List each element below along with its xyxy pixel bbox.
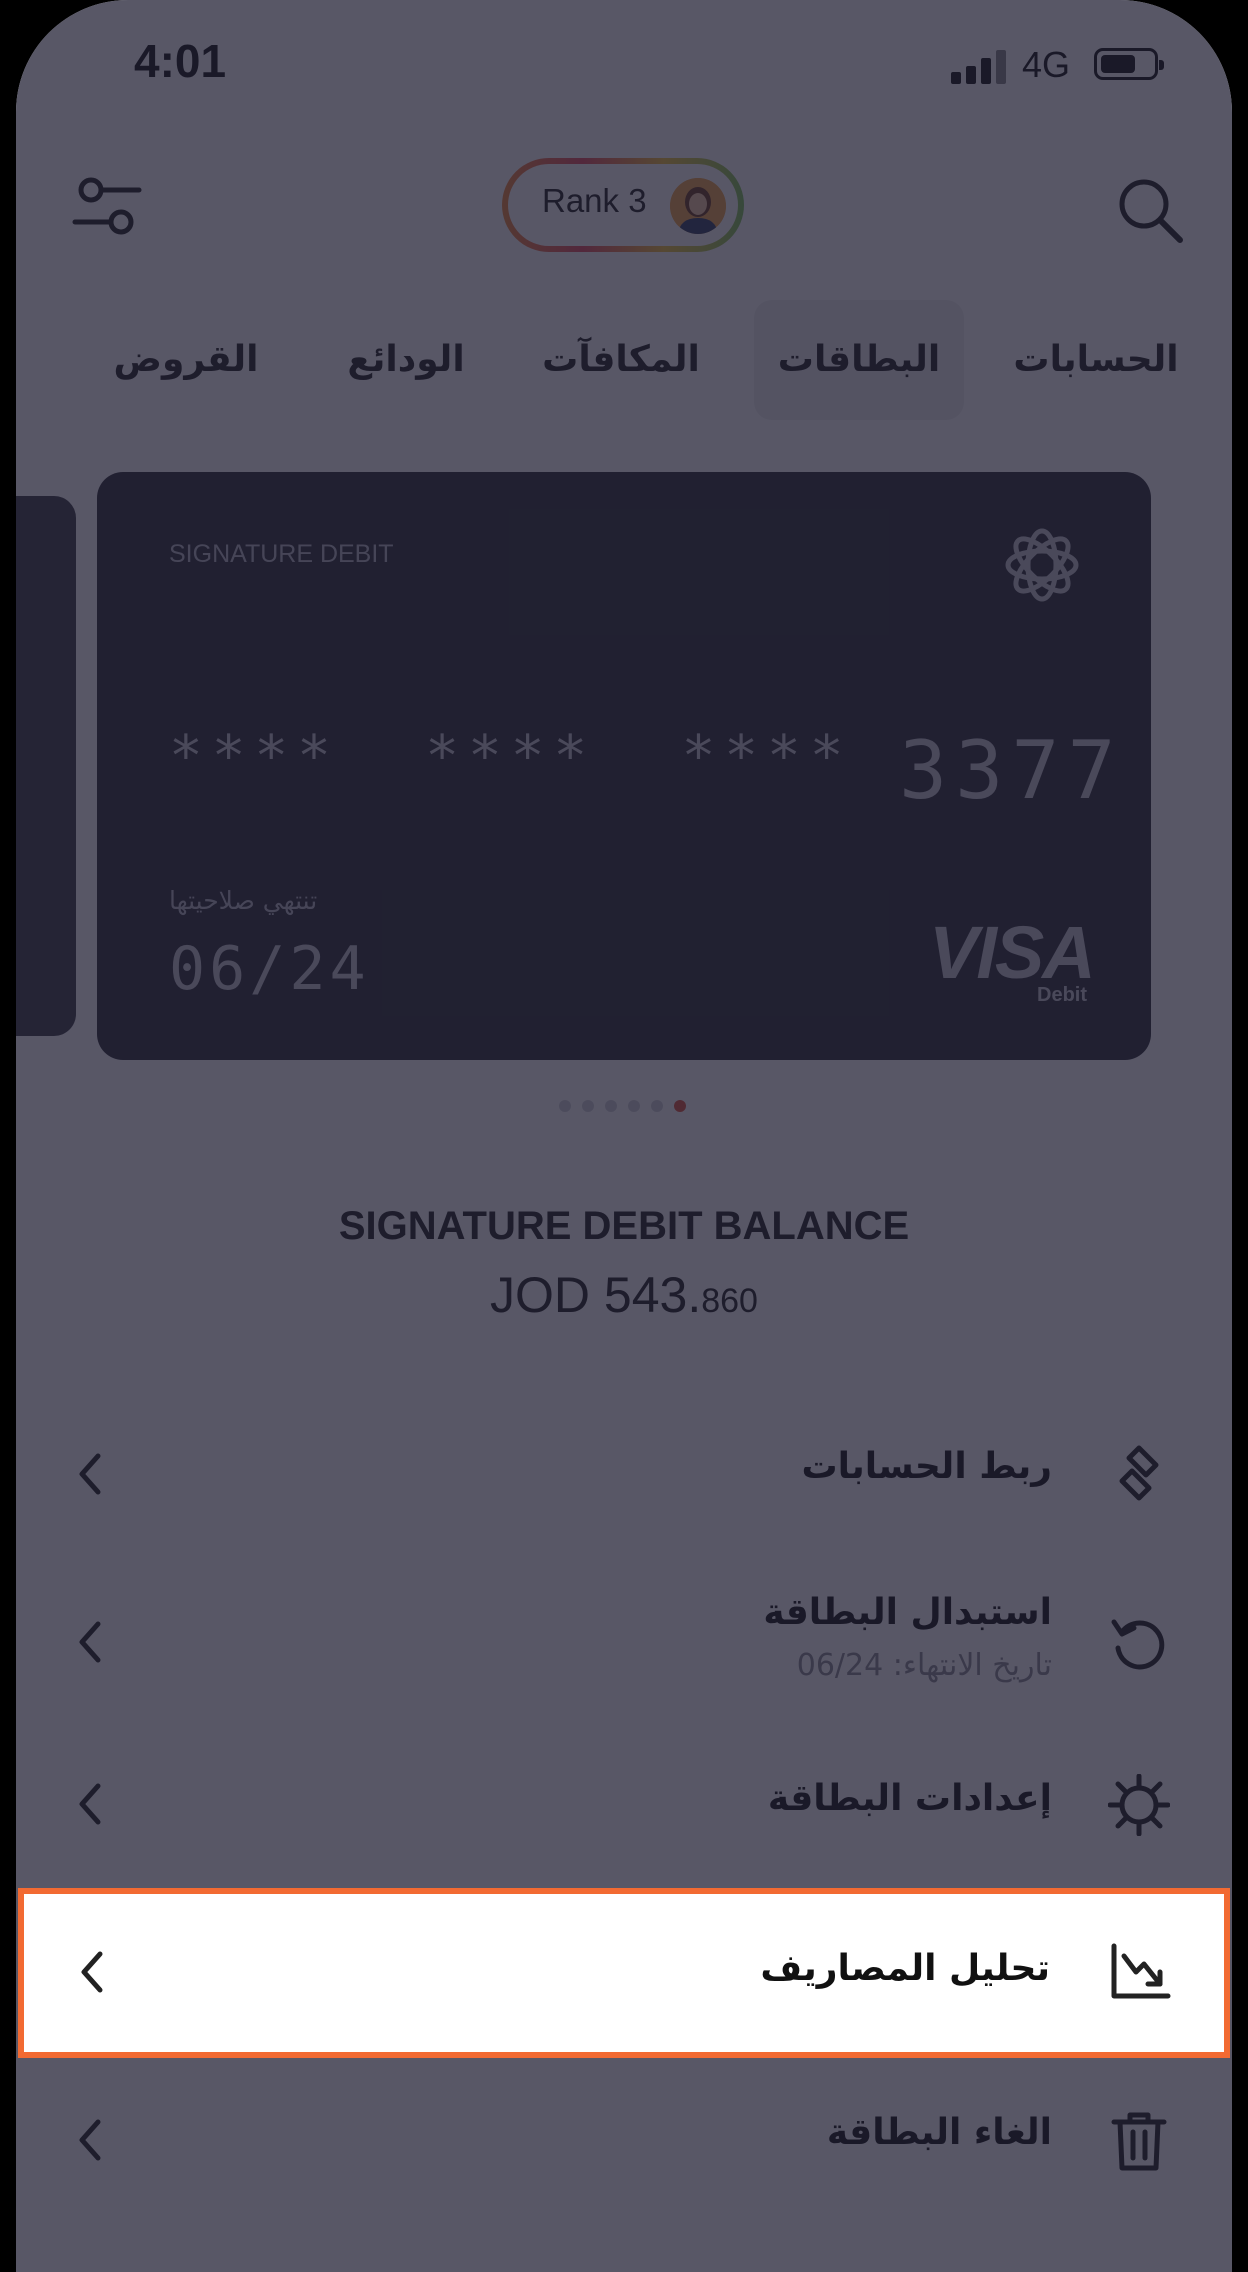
tab-accounts[interactable]: الحسابات	[996, 300, 1196, 420]
balance-title: SIGNATURE DEBIT BALANCE	[338, 1204, 910, 1248]
search-icon[interactable]	[1114, 174, 1186, 246]
chevron-left-icon	[74, 1780, 104, 1828]
battery-icon	[1094, 48, 1164, 80]
avatar	[670, 178, 726, 234]
pagination-dot[interactable]	[651, 1100, 663, 1112]
action-title: إعدادات البطاقة	[767, 1778, 1052, 1819]
card-expiry-date: 06/24	[169, 934, 370, 1004]
debit-card[interactable]: SIGNATURE DEBIT **** **** **** 3377 تنته…	[97, 472, 1151, 1060]
action-card-settings[interactable]: إعدادات البطاقة	[16, 1722, 1232, 1888]
chevron-left-icon	[76, 1948, 106, 1996]
pagination-dot[interactable]	[582, 1100, 594, 1112]
chevron-left-icon	[74, 2116, 104, 2164]
pagination-dot[interactable]	[628, 1100, 640, 1112]
card-last-four: 3377	[899, 724, 1124, 817]
action-title: الغاء البطاقة	[826, 2112, 1052, 2153]
cellular-signal-icon	[951, 50, 1007, 84]
section-tabs: الحسابات البطاقات المكافآت الودائع القرو…	[96, 300, 1206, 420]
action-title: تحليل المصاريف	[760, 1948, 1050, 1989]
gear-icon	[1107, 1773, 1171, 1837]
action-spending-analysis[interactable]: تحليل المصاريف	[18, 1888, 1230, 2058]
action-subtitle: تاريخ الانتهاء: 06/24	[796, 1648, 1052, 1683]
bank-logo-icon	[1001, 524, 1083, 606]
action-replace-card[interactable]: استبدال البطاقة تاريخ الانتهاء: 06/24	[16, 1556, 1232, 1722]
card-brand-subtype: Debit	[1037, 984, 1087, 1006]
pagination-dot[interactable]	[605, 1100, 617, 1112]
tab-cards[interactable]: البطاقات	[754, 300, 964, 420]
phone-frame: 4:01 4G Rank 3 الحسابات البطاقات المكافآ…	[16, 0, 1232, 2272]
refresh-icon	[1108, 1612, 1170, 1674]
action-cancel-card[interactable]: الغاء البطاقة	[16, 2058, 1232, 2224]
app-screen: 4:01 4G Rank 3 الحسابات البطاقات المكافآ…	[16, 0, 1232, 2272]
filter-settings-icon[interactable]	[71, 176, 143, 238]
tab-loans[interactable]: القروض	[96, 300, 276, 420]
previous-card-peek[interactable]	[16, 496, 76, 1036]
rank-badge[interactable]: Rank 3	[502, 158, 744, 252]
card-expiry-label: تنتهي صلاحيتها	[169, 886, 318, 915]
balance-amount: JOD 543.860	[16, 1266, 1232, 1324]
pagination-dot-active[interactable]	[674, 1100, 686, 1112]
action-link-accounts[interactable]: ربط الحسابات	[16, 1390, 1232, 1556]
action-title: ربط الحسابات	[801, 1446, 1053, 1487]
network-type-label: 4G	[1022, 44, 1071, 85]
visa-logo: VISA	[929, 911, 1096, 994]
chevron-left-icon	[74, 1450, 104, 1498]
status-time: 4:01	[134, 35, 227, 87]
card-type-label: SIGNATURE DEBIT	[169, 540, 394, 568]
trash-icon	[1108, 2110, 1170, 2172]
card-masked-digits: **** **** ****	[169, 724, 853, 789]
pagination-dot[interactable]	[559, 1100, 571, 1112]
chart-down-icon	[1110, 1940, 1172, 2002]
balance-amount-decimal: 860	[701, 1282, 758, 1320]
balance-amount-main: JOD 543.	[490, 1267, 702, 1323]
tab-deposits[interactable]: الودائع	[316, 300, 496, 420]
tab-rewards[interactable]: المكافآت	[516, 300, 726, 420]
chevron-left-icon	[74, 1618, 104, 1666]
action-title: استبدال البطاقة	[763, 1592, 1052, 1633]
rank-label: Rank 3	[542, 182, 647, 219]
link-icon	[1108, 1442, 1170, 1504]
